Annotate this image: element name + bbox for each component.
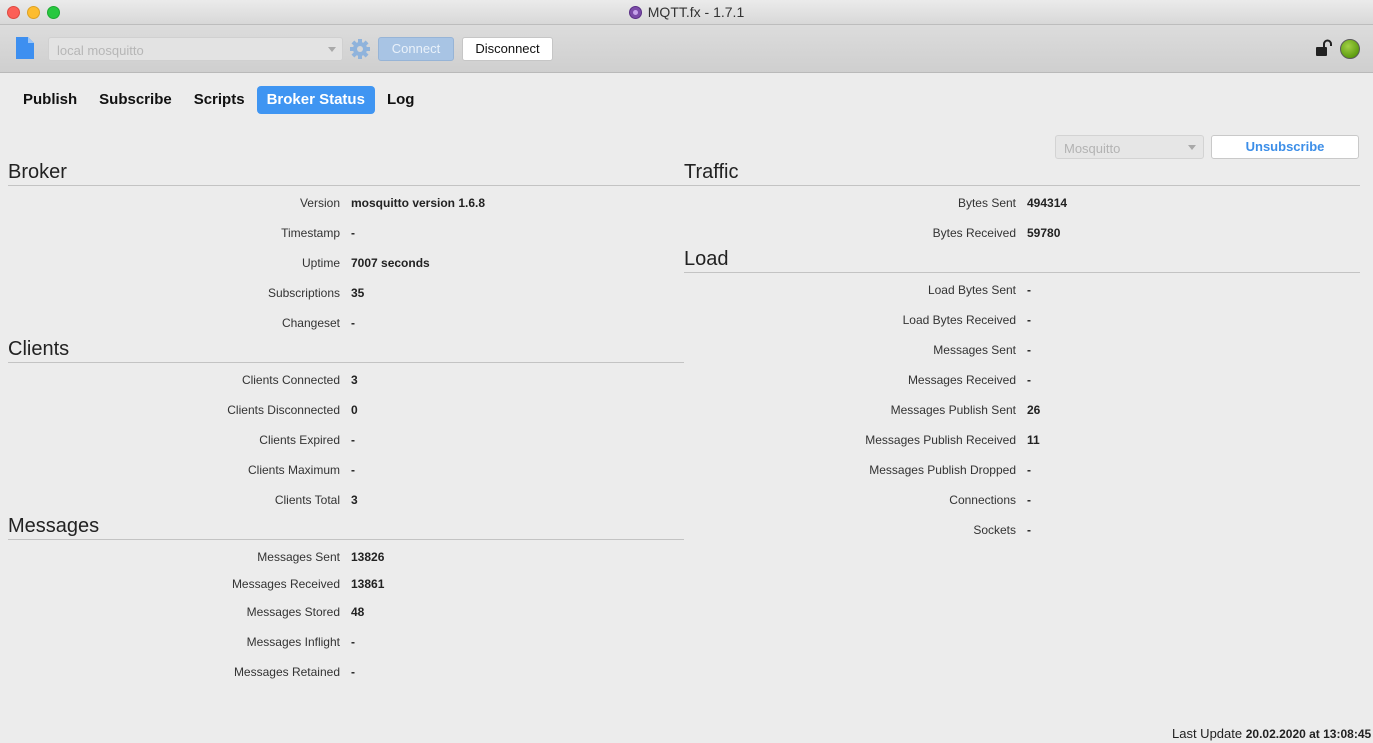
zoom-window-button[interactable] xyxy=(47,6,60,19)
stat-value: - xyxy=(1027,463,1031,477)
stat-label: Messages Retained xyxy=(233,665,340,679)
connection-profile-select[interactable]: local mosquitto xyxy=(48,37,343,61)
messages-row-messages-sent: Messages Sent 13826 xyxy=(0,549,384,565)
disconnect-button[interactable]: Disconnect xyxy=(462,37,553,61)
stat-value: - xyxy=(351,665,355,679)
stat-value: - xyxy=(1027,373,1031,387)
broker-section: Broker xyxy=(8,160,684,186)
connect-button[interactable]: Connect xyxy=(378,37,454,61)
tab-scripts[interactable]: Scripts xyxy=(184,86,255,114)
tab-subscribe[interactable]: Subscribe xyxy=(89,86,182,114)
unlock-icon xyxy=(1316,39,1332,56)
broker-type-value: Mosquitto xyxy=(1064,141,1121,156)
window-title-group: MQTT.fx - 1.7.1 xyxy=(628,4,745,20)
traffic-row-bytes-sent: Bytes Sent 494314 xyxy=(0,195,1067,211)
last-update-value: 20.02.2020 at 13:08:45 xyxy=(1245,727,1372,741)
stat-value: - xyxy=(1027,313,1031,327)
tab-broker-status[interactable]: Broker Status xyxy=(256,86,375,114)
stat-value: 26 xyxy=(1027,403,1041,417)
traffic-row-bytes-received: Bytes Received 59780 xyxy=(0,225,1061,241)
section-title: Load xyxy=(684,248,729,270)
close-window-button[interactable] xyxy=(7,6,20,19)
messages-row-messages-received: Messages Received 13861 xyxy=(0,576,384,592)
load-row-load-bytes-sent: Load Bytes Sent - xyxy=(0,282,1031,298)
stat-label: Load Bytes Sent xyxy=(927,283,1016,297)
section-divider xyxy=(8,185,684,186)
stat-label: Messages Publish Received xyxy=(865,433,1016,447)
tab-log[interactable]: Log xyxy=(377,86,425,114)
section-divider xyxy=(684,272,1360,273)
load-row-messages-sent: Messages Sent - xyxy=(0,342,1031,358)
stat-value: - xyxy=(351,635,355,649)
load-section: Load xyxy=(684,247,1360,273)
section-title: Broker xyxy=(8,161,67,183)
chevron-down-icon xyxy=(1188,145,1196,150)
unsubscribe-button[interactable]: Unsubscribe xyxy=(1211,135,1359,159)
stat-label: Messages Inflight xyxy=(246,635,340,649)
gear-icon[interactable] xyxy=(349,38,371,60)
section-title: Traffic xyxy=(684,161,739,183)
load-row-messages-received: Messages Received - xyxy=(0,372,1031,388)
stat-label: Messages Publish Sent xyxy=(890,403,1016,417)
load-row-connections: Connections - xyxy=(0,492,1031,508)
section-divider xyxy=(684,185,1360,186)
stat-value: 7007 seconds xyxy=(351,256,430,270)
stat-label: Messages Received xyxy=(907,373,1016,387)
stat-label: Messages Sent xyxy=(257,550,340,564)
stat-value: 13826 xyxy=(351,550,385,564)
stat-value: - xyxy=(1027,343,1031,357)
last-update: Last Update 20.02.2020 at 13:08:45 xyxy=(1172,726,1371,741)
broker-type-select[interactable]: Mosquitto xyxy=(1055,135,1204,159)
stat-value: 48 xyxy=(351,605,365,619)
stat-value: 494314 xyxy=(1027,196,1068,210)
tab-publish[interactable]: Publish xyxy=(13,86,87,114)
last-update-label: Last Update xyxy=(1172,726,1243,741)
load-row-messages-publish-dropped: Messages Publish Dropped - xyxy=(0,462,1031,478)
stat-value: - xyxy=(1027,283,1031,297)
connection-profile-value: local mosquitto xyxy=(57,43,144,58)
connection-status-indicator xyxy=(1340,39,1360,59)
window-controls xyxy=(7,6,60,19)
stat-value: - xyxy=(1027,493,1031,507)
stat-label: Bytes Sent xyxy=(957,196,1016,210)
load-row-load-bytes-received: Load Bytes Received - xyxy=(0,312,1031,328)
broker-row-uptime: Uptime 7007 seconds xyxy=(0,255,430,271)
minimize-window-button[interactable] xyxy=(27,6,40,19)
title-bar: MQTT.fx - 1.7.1 xyxy=(0,0,1373,25)
load-row-messages-publish-sent: Messages Publish Sent 26 xyxy=(0,402,1041,418)
toolbar: local mosquitto Connect Disconnect xyxy=(0,25,1373,73)
stat-label: Messages Publish Dropped xyxy=(869,463,1016,477)
messages-row-messages-retained: Messages Retained - xyxy=(0,664,355,680)
load-row-messages-publish-received: Messages Publish Received 11 xyxy=(0,432,1039,448)
stat-label: Sockets xyxy=(973,523,1016,537)
messages-row-messages-stored: Messages Stored 48 xyxy=(0,604,365,620)
stat-label: Uptime xyxy=(301,256,340,270)
edit-profiles-icon[interactable] xyxy=(15,36,35,60)
stat-value: - xyxy=(1027,523,1031,537)
stat-label: Messages Received xyxy=(231,577,340,591)
app-icon xyxy=(628,5,642,19)
stat-value: 11 xyxy=(1027,433,1040,447)
main-tabs: Publish Subscribe Scripts Broker Status … xyxy=(13,86,424,114)
chevron-down-icon xyxy=(328,47,336,52)
stat-value: 13861 xyxy=(351,577,385,591)
stat-value: 59780 xyxy=(1027,226,1061,240)
stat-label: Messages Stored xyxy=(246,605,340,619)
section-divider xyxy=(8,539,684,540)
load-row-sockets: Sockets - xyxy=(0,522,1031,538)
section-divider xyxy=(8,362,684,363)
stat-label: Load Bytes Received xyxy=(902,313,1016,327)
stat-label: Messages Sent xyxy=(933,343,1016,357)
window-title: MQTT.fx - 1.7.1 xyxy=(647,4,745,20)
stat-label: Bytes Received xyxy=(932,226,1016,240)
traffic-section: Traffic xyxy=(684,160,1360,186)
messages-row-messages-inflight: Messages Inflight - xyxy=(0,634,355,650)
stat-label: Connections xyxy=(949,493,1016,507)
